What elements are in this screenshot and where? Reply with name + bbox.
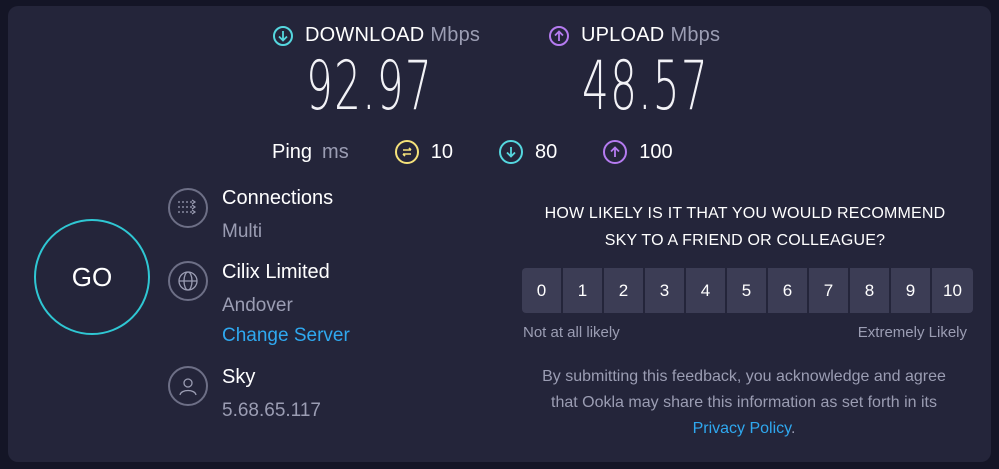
connections-value: Multi (222, 221, 263, 242)
scale-high-label: Extremely Likely (857, 324, 967, 341)
upload-arrow-icon (549, 25, 569, 46)
disclaimer-period: . (790, 420, 796, 437)
ping-download: 80 (498, 140, 558, 164)
download-arrow-icon (273, 25, 293, 46)
connections-icon (168, 188, 208, 228)
user-icon (168, 366, 208, 406)
ping-unit: ms (322, 140, 349, 163)
download-latency-icon (498, 140, 523, 164)
scale-option-3[interactable]: 3 (645, 268, 684, 313)
download-value: 92.97 (306, 47, 433, 126)
privacy-policy-link[interactable]: Privacy Policy (693, 420, 791, 437)
server-name: Cilix Limited (222, 261, 330, 283)
globe-icon (168, 261, 208, 301)
ping-row: Ping ms 10 80 100 (272, 140, 673, 164)
survey-question-line2: SKY TO A FRIEND OR COLLEAGUE? (604, 232, 886, 249)
feedback-disclaimer: By submitting this feedback, you acknowl… (528, 364, 960, 442)
scale-option-6[interactable]: 6 (768, 268, 807, 313)
scale-option-8[interactable]: 8 (850, 268, 889, 313)
ping-download-value: 80 (534, 140, 558, 163)
download-label: DOWNLOAD (305, 24, 425, 46)
scale-option-5[interactable]: 5 (727, 268, 766, 313)
ping-upload: 100 (603, 140, 673, 164)
disclaimer-text: By submitting this feedback, you acknowl… (542, 368, 946, 411)
upload-unit: Mbps (670, 24, 721, 46)
upload-latency-icon (603, 140, 628, 164)
connections-title: Connections (222, 187, 334, 209)
scale-option-7[interactable]: 7 (809, 268, 848, 313)
upload-value: 48.57 (582, 47, 709, 126)
ping-upload-value: 100 (639, 140, 673, 163)
survey-question: HOW LIKELY IS IT THAT YOU WOULD RECOMMEN… (510, 200, 980, 254)
isp-ip: 5.68.65.117 (222, 400, 321, 421)
ping-idle: 10 (394, 140, 453, 164)
scale-option-1[interactable]: 1 (563, 268, 602, 313)
scale-option-0[interactable]: 0 (522, 268, 561, 313)
download-unit: Mbps (430, 24, 481, 46)
go-button[interactable]: GO (34, 219, 150, 335)
scale-option-9[interactable]: 9 (891, 268, 930, 313)
upload-header: UPLOAD Mbps (549, 24, 720, 47)
scale-option-4[interactable]: 4 (686, 268, 725, 313)
scale-low-label: Not at all likely (523, 324, 620, 341)
download-header: DOWNLOAD Mbps (273, 24, 480, 47)
upload-label: UPLOAD (581, 24, 665, 46)
idle-latency-icon (394, 140, 419, 164)
scale-option-10[interactable]: 10 (932, 268, 973, 313)
ping-idle-value: 10 (430, 140, 453, 163)
isp-name: Sky (222, 366, 256, 388)
change-server-link[interactable]: Change Server (222, 325, 350, 347)
scale-option-2[interactable]: 2 (604, 268, 643, 313)
recommend-scale: 0 1 2 3 4 5 6 7 8 9 10 (522, 268, 973, 313)
ping-label: Ping (272, 140, 313, 163)
survey-question-line1: HOW LIKELY IS IT THAT YOU WOULD RECOMMEN… (544, 205, 946, 222)
server-location: Andover (222, 295, 293, 316)
